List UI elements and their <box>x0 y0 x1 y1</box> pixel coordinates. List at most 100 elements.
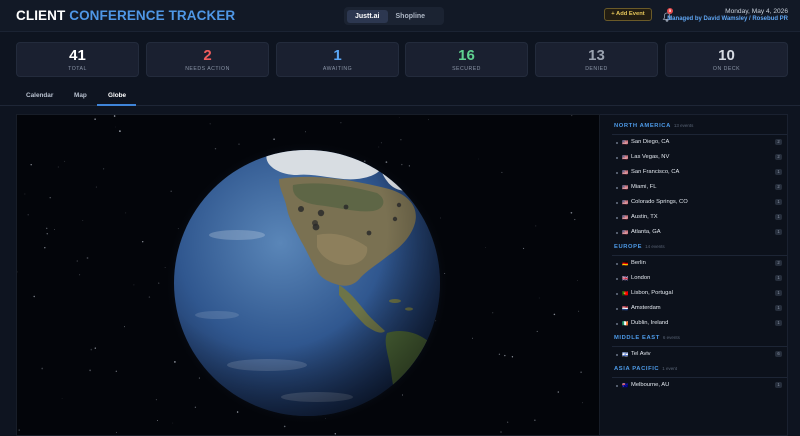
marker-san-diego[interactable] <box>312 220 318 226</box>
marker-san-francisco[interactable] <box>298 206 304 212</box>
region-divider <box>612 346 787 347</box>
add-event-button[interactable]: + Add Event <box>604 8 652 21</box>
event-count-badge: 2 <box>775 154 782 160</box>
location-item[interactable]: 🇺🇸 Miami, FL 2 <box>600 181 787 195</box>
location-item[interactable]: 🇮🇱 Tel Aviv 6 <box>600 348 787 362</box>
region-count: 14 events <box>645 244 665 249</box>
location-item[interactable]: 🇺🇸 Las Vegas, NV 2 <box>600 151 787 165</box>
bullet-icon <box>616 157 618 159</box>
globe-view[interactable] <box>16 114 600 436</box>
region-count: 6 events <box>662 335 680 340</box>
event-count-badge: 1 <box>775 275 782 281</box>
flag-icon: 🇳🇱 <box>622 306 629 312</box>
event-count-badge: 2 <box>775 184 782 190</box>
stat-value: 1 <box>333 47 342 64</box>
stats-row: 41 TOTAL 2 NEEDS ACTION 1 AWAITING 16 SE… <box>16 42 788 77</box>
location-item[interactable]: 🇺🇸 Austin, TX 1 <box>600 211 787 225</box>
stat-card-needs-action[interactable]: 2 NEEDS ACTION <box>146 42 269 77</box>
tab-calendar[interactable]: Calendar <box>26 92 53 99</box>
stat-card-total[interactable]: 41 TOTAL <box>16 42 139 77</box>
location-item[interactable]: 🇦🇺 Melbourne, AU 1 <box>600 379 787 393</box>
manager-label: Managed by David Wamsley / Rosebud PR <box>667 16 788 22</box>
workspace-tab-shopline[interactable]: Shopline <box>388 10 434 23</box>
location-item[interactable]: 🇬🇧 London 1 <box>600 272 787 286</box>
bullet-icon <box>616 232 618 234</box>
location-item[interactable]: 🇺🇸 San Francisco, CA 1 <box>600 166 787 180</box>
bullet-icon <box>616 217 618 219</box>
marker-austin[interactable] <box>366 230 372 236</box>
location-name: Dublin, Ireland <box>631 320 669 326</box>
bullet-icon <box>616 385 618 387</box>
app-title-part2: CONFERENCE TRACKER <box>69 8 236 23</box>
region-header[interactable]: NORTH AMERICA 13 events <box>614 123 693 129</box>
location-item[interactable]: 🇮🇪 Dublin, Ireland 1 <box>600 317 787 331</box>
location-name: Colorado Springs, CO <box>631 199 688 205</box>
location-name: Atlanta, GA <box>631 229 661 235</box>
location-item[interactable]: 🇺🇸 Atlanta, GA 1 <box>600 226 787 240</box>
event-count-badge: 1 <box>775 290 782 296</box>
workspace-switcher: Justt.ai Shopline <box>344 7 444 25</box>
bullet-icon <box>616 202 618 204</box>
location-item[interactable]: 🇳🇱 Amsterdam 1 <box>600 302 787 316</box>
flag-icon: 🇺🇸 <box>622 140 629 146</box>
event-count-badge: 1 <box>775 320 782 326</box>
workspace-tab-justt[interactable]: Justt.ai <box>347 9 388 23</box>
tab-map[interactable]: Map <box>74 92 87 99</box>
flag-icon: 🇩🇪 <box>622 261 629 267</box>
marker-colorado-springs[interactable] <box>317 209 325 217</box>
view-tabs: Calendar Map Globe <box>0 86 800 106</box>
location-sidebar: NORTH AMERICA 13 events 🇺🇸 San Diego, CA 2 🇺🇸… <box>600 114 788 436</box>
region-header[interactable]: EUROPE 14 events <box>614 244 665 250</box>
region-header[interactable]: MIDDLE EAST 6 events <box>614 335 680 341</box>
location-name: Las Vegas, NV <box>631 154 670 160</box>
event-count-badge: 1 <box>775 214 782 220</box>
stat-label: SECURED <box>452 66 481 72</box>
region-header[interactable]: ASIA PACIFIC 1 event <box>614 366 677 372</box>
stat-label: AWAITING <box>322 66 353 72</box>
stat-label: DENIED <box>585 66 608 72</box>
stat-card-awaiting[interactable]: 1 AWAITING <box>276 42 399 77</box>
app-title-part1: CLIENT <box>16 8 66 23</box>
stat-card-on-deck[interactable]: 10 ON DECK <box>665 42 788 77</box>
flag-icon: 🇮🇪 <box>622 321 629 327</box>
stat-card-denied[interactable]: 13 DENIED <box>535 42 658 77</box>
location-item[interactable]: 🇩🇪 Berlin 2 <box>600 257 787 271</box>
marker-miami[interactable] <box>396 202 402 208</box>
notification-badge: 5 <box>667 8 673 14</box>
stat-value: 41 <box>69 47 86 64</box>
stat-value: 10 <box>718 47 735 64</box>
current-date: Monday, May 4, 2026 <box>725 8 788 15</box>
region-divider <box>612 134 787 135</box>
location-name: Melbourne, AU <box>631 382 670 388</box>
region-name: NORTH AMERICA <box>614 123 671 129</box>
event-count-badge: 1 <box>775 199 782 205</box>
stat-value: 13 <box>588 47 605 64</box>
stat-label: TOTAL <box>68 66 87 72</box>
location-item[interactable]: 🇺🇸 San Diego, CA 2 <box>600 136 787 150</box>
tab-globe[interactable]: Globe <box>108 92 126 99</box>
region-name: ASIA PACIFIC <box>614 366 660 372</box>
stat-label: NEEDS ACTION <box>185 66 230 72</box>
location-name: Tel Aviv <box>631 351 651 357</box>
location-name: London <box>631 275 651 281</box>
flag-icon: 🇬🇧 <box>622 276 629 282</box>
flag-icon: 🇺🇸 <box>622 230 629 236</box>
event-count-badge: 1 <box>775 305 782 311</box>
flag-icon: 🇺🇸 <box>622 185 629 191</box>
app-header: CLIENT CONFERENCE TRACKER Justt.ai Shopl… <box>0 0 800 32</box>
event-count-badge: 2 <box>775 139 782 145</box>
bullet-icon <box>616 263 618 265</box>
location-name: Austin, TX <box>631 214 658 220</box>
region-count: 1 event <box>662 366 677 371</box>
location-name: Amsterdam <box>631 305 661 311</box>
location-item[interactable]: 🇵🇹 Lisbon, Portugal 1 <box>600 287 787 301</box>
marker-denver-area[interactable] <box>343 204 349 210</box>
location-item[interactable]: 🇺🇸 Colorado Springs, CO 1 <box>600 196 787 210</box>
bullet-icon <box>616 323 618 325</box>
marker-atlanta[interactable] <box>392 216 398 222</box>
stat-card-secured[interactable]: 16 SECURED <box>405 42 528 77</box>
region-name: MIDDLE EAST <box>614 335 660 341</box>
region-name: EUROPE <box>614 244 643 250</box>
bullet-icon <box>616 308 618 310</box>
globe-canvas[interactable] <box>17 115 600 436</box>
